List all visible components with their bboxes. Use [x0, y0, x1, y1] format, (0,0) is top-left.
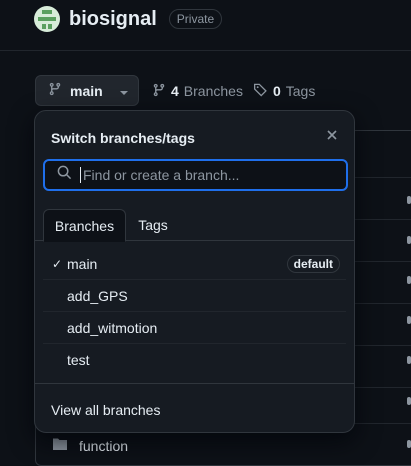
text-cursor [80, 167, 81, 183]
tab-branches[interactable]: Branches [43, 209, 126, 242]
close-icon[interactable] [324, 127, 340, 143]
dropdown-title: Switch branches/tags [51, 130, 195, 146]
row-edge-marker [407, 440, 411, 448]
search-icon [57, 165, 72, 185]
tags-count: 0 [272, 83, 281, 99]
header-divider [0, 50, 411, 51]
tab-tags[interactable]: Tags [130, 209, 176, 241]
branch-name: add_witmotion [67, 319, 158, 336]
branch-name: test [67, 352, 90, 368]
branch-item-main[interactable]: ✓ main default [43, 248, 346, 280]
tags-label: Tags [285, 83, 316, 99]
branch-item-add-gps[interactable]: add_GPS [43, 280, 346, 312]
branch-item-add-witmotion[interactable]: add_witmotion [43, 312, 346, 344]
branch-name: add_GPS [67, 287, 128, 304]
branch-search-input[interactable] [83, 167, 333, 183]
branch-list: ✓ main default add_GPS add_witmotion tes… [43, 248, 346, 376]
row-edge-marker [407, 196, 411, 204]
folder-icon [52, 437, 68, 454]
branch-item-test[interactable]: test [43, 344, 346, 376]
tag-icon [253, 82, 268, 100]
chevron-down-icon [119, 83, 129, 99]
git-branch-icon [48, 82, 62, 99]
branch-search-field[interactable] [43, 159, 348, 191]
branches-link[interactable]: 4 Branches [152, 83, 243, 100]
tags-link[interactable]: 0 Tags [253, 82, 315, 100]
check-icon: ✓ [52, 256, 63, 271]
branch-name: main [67, 255, 98, 272]
default-branch-badge: default [286, 254, 340, 273]
visibility-badge: Private [168, 9, 223, 29]
repo-owner-avatar[interactable] [34, 6, 60, 32]
row-edge-marker [407, 236, 411, 244]
row-edge-marker [407, 397, 411, 405]
row-edge-marker [407, 316, 411, 324]
branch-tag-tabs: Branches Tags [35, 209, 354, 242]
repo-meta-links: 4 Branches 0 Tags [152, 82, 315, 100]
branches-count: 4 [171, 83, 179, 99]
dropdown-footer-divider [35, 383, 354, 384]
folder-name: function [79, 437, 129, 454]
repo-header: biosignal Private [34, 6, 223, 32]
branch-switcher-dropdown: Switch branches/tags Branches Tags ✓ mai… [34, 110, 355, 433]
row-edge-marker [407, 356, 411, 364]
row-edge-marker [407, 276, 411, 284]
current-branch-label: main [70, 82, 103, 99]
view-all-branches-link[interactable]: View all branches [51, 402, 160, 418]
file-row-function[interactable]: function [52, 437, 128, 454]
git-branch-icon [152, 83, 166, 100]
branch-selector-button[interactable]: main [35, 75, 139, 106]
branches-label: Branches [183, 83, 243, 99]
repo-name-link[interactable]: biosignal [69, 8, 157, 31]
